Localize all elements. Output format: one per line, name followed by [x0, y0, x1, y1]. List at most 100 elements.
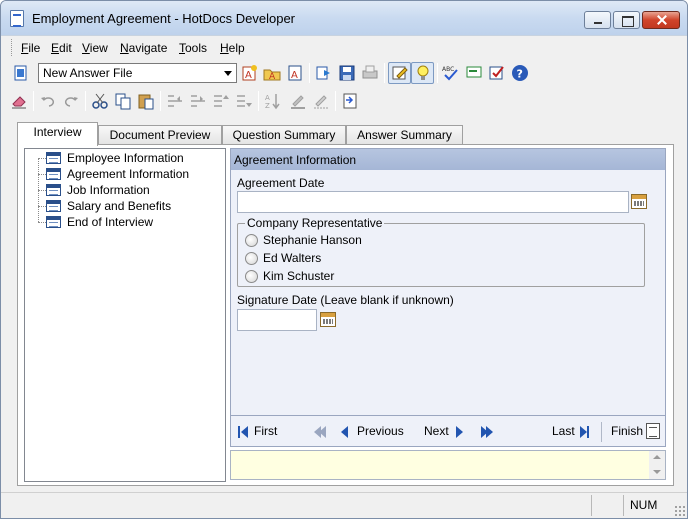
status-pane	[591, 495, 592, 516]
save-icon[interactable]	[338, 64, 356, 82]
chevron-down-icon[interactable]	[224, 71, 232, 76]
scroll-down-icon[interactable]	[653, 470, 661, 474]
previous-button[interactable]: Previous	[357, 424, 404, 438]
tab-answer-summary[interactable]: Answer Summary	[346, 125, 463, 144]
eraser-icon[interactable]	[10, 92, 28, 110]
next-button[interactable]: Next	[424, 424, 449, 438]
dialog-icon	[46, 216, 61, 228]
menu-file[interactable]: File	[21, 41, 40, 55]
agreement-date-input[interactable]	[237, 191, 629, 213]
sort-icon[interactable]: AZ	[264, 92, 282, 110]
calendar-icon[interactable]	[631, 194, 647, 209]
comment-icon[interactable]	[465, 64, 483, 82]
menu-bar: File Edit View Navigate Tools Help	[1, 35, 687, 59]
menu-help[interactable]: Help	[220, 41, 245, 55]
help-scrollbar[interactable]	[649, 451, 665, 479]
insert-icon[interactable]	[341, 92, 359, 110]
radio-ed-walters[interactable]	[245, 252, 258, 265]
calendar-icon[interactable]	[320, 312, 336, 327]
previous-arrow-icon[interactable]	[341, 426, 348, 438]
svg-text:A: A	[245, 70, 252, 81]
paste-icon[interactable]	[137, 92, 155, 110]
status-bar: NUM	[1, 492, 687, 518]
print-icon[interactable]	[361, 64, 379, 82]
toolbar-separator	[258, 91, 259, 111]
check-answers-icon[interactable]	[488, 64, 506, 82]
scroll-up-icon[interactable]	[653, 455, 661, 459]
toolbar-separator	[437, 63, 438, 83]
next-arrow-icon[interactable]	[456, 426, 463, 438]
answer-file-value: New Answer File	[43, 66, 133, 80]
menu-navigate[interactable]: Navigate	[120, 41, 167, 55]
copy-icon[interactable]	[114, 92, 132, 110]
edit-component-icon[interactable]	[391, 64, 409, 82]
edit-toolbar: AZ	[1, 87, 687, 115]
last-arrow-icon[interactable]	[580, 426, 587, 438]
maximize-button[interactable]	[613, 11, 640, 29]
agreement-date-label: Agreement Date	[237, 176, 325, 190]
resize-grip[interactable]	[674, 505, 685, 516]
outline-item-label: End of Interview	[67, 215, 154, 229]
undo-icon[interactable]	[39, 92, 57, 110]
dialog-title: Agreement Information	[231, 149, 665, 170]
status-pane	[623, 495, 624, 516]
spell-check-icon[interactable]: ABC	[442, 64, 460, 82]
close-button[interactable]	[642, 11, 680, 29]
num-lock-indicator: NUM	[630, 498, 658, 512]
radio-label-ed-walters[interactable]: Ed Walters	[263, 251, 321, 265]
last-icon[interactable]	[587, 426, 589, 438]
title-bar: Employment Agreement - HotDocs Developer	[1, 1, 687, 35]
redo-icon[interactable]	[62, 92, 80, 110]
move-down-icon[interactable]	[235, 92, 253, 110]
radio-kim-schuster[interactable]	[245, 270, 258, 283]
last-button[interactable]: Last	[552, 424, 575, 438]
tab-question-summary[interactable]: Question Summary	[222, 125, 346, 144]
forward-icon[interactable]	[315, 64, 333, 82]
menu-view[interactable]: View	[82, 41, 108, 55]
menu-edit[interactable]: Edit	[51, 41, 72, 55]
cut-icon[interactable]	[91, 92, 109, 110]
first-arrow-icon[interactable]	[241, 426, 248, 438]
tree-connector	[38, 206, 46, 207]
minimize-button[interactable]	[584, 11, 611, 29]
first-icon[interactable]	[238, 426, 240, 438]
outdent-icon[interactable]	[166, 92, 184, 110]
help-text-area[interactable]	[230, 450, 666, 480]
company-representative-group: Company Representative Stephanie Hanson …	[237, 216, 645, 287]
answer-source-icon[interactable]	[12, 64, 30, 82]
radio-stephanie-hanson[interactable]	[245, 234, 258, 247]
radio-label-kim-schuster[interactable]: Kim Schuster	[263, 269, 334, 283]
menu-tools[interactable]: Tools	[179, 41, 207, 55]
toolbar-separator	[160, 91, 161, 111]
dialog-icon	[46, 200, 61, 212]
app-icon[interactable]	[10, 10, 24, 27]
first-button[interactable]: First	[254, 424, 277, 438]
move-up-icon[interactable]	[212, 92, 230, 110]
toolbar-separator	[33, 91, 34, 111]
finish-button[interactable]: Finish	[611, 424, 643, 438]
tips-bulb-icon[interactable]	[414, 64, 432, 82]
interview-navigation-bar: First Previous Next Last Finish	[230, 416, 666, 447]
window-title: Employment Agreement - HotDocs Developer	[32, 11, 296, 26]
fast-forward-icon[interactable]	[486, 426, 493, 438]
outline-item-label: Employee Information	[67, 151, 184, 165]
interview-outline[interactable]: Employee Information Agreement Informati…	[24, 148, 226, 482]
signature-date-input[interactable]	[237, 309, 317, 331]
tab-interview[interactable]: Interview	[17, 122, 98, 146]
highlight-icon[interactable]	[289, 92, 307, 110]
finish-icon[interactable]	[646, 423, 660, 439]
new-answer-file-icon[interactable]: A	[240, 64, 258, 82]
outline-item-label: Job Information	[67, 183, 150, 197]
toolbar-separator	[335, 91, 336, 111]
answer-file-dropdown[interactable]: New Answer File	[38, 63, 237, 83]
toolbar-separator	[384, 63, 385, 83]
edit-answer-file-icon[interactable]: A	[286, 64, 304, 82]
tab-document-preview[interactable]: Document Preview	[98, 125, 222, 144]
radio-label-stephanie-hanson[interactable]: Stephanie Hanson	[263, 233, 362, 247]
clear-format-icon[interactable]	[312, 92, 330, 110]
dialog-icon	[46, 168, 61, 180]
indent-icon[interactable]	[189, 92, 207, 110]
help-icon[interactable]: ?	[511, 64, 529, 82]
open-answer-file-icon[interactable]: A	[263, 64, 281, 82]
menu-grip	[11, 39, 14, 56]
